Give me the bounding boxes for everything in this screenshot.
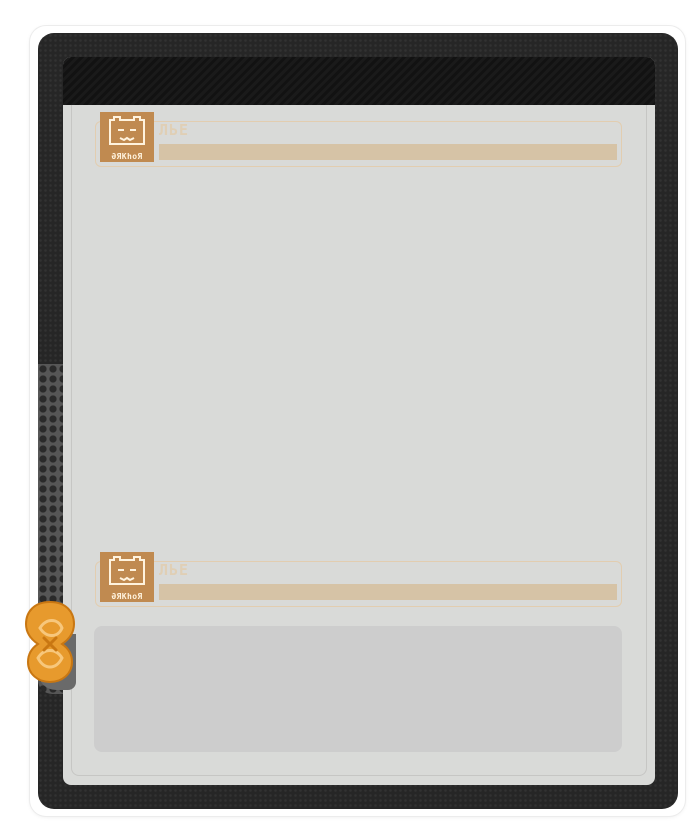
message-input[interactable] [94, 626, 622, 752]
orange-knot-icon [24, 600, 76, 684]
avatar-caption: ƏЯKhoЯ [111, 152, 143, 161]
avatar[interactable]: ƏЯKhoЯ [100, 552, 154, 602]
message-card[interactable]: ƏЯKhoЯ ЛЬЕ [95, 112, 622, 167]
floating-action-button[interactable] [24, 598, 76, 690]
avatar[interactable]: ƏЯKhoЯ [100, 112, 154, 162]
sender-name: ЛЬЕ [159, 561, 190, 579]
avatar-caption: ƏЯKhoЯ [111, 592, 143, 601]
top-bar [63, 57, 655, 105]
message-text [159, 584, 617, 600]
message-card[interactable]: ƏЯKhoЯ ЛЬЕ [95, 552, 622, 607]
sender-name: ЛЬЕ [159, 121, 190, 139]
message-text [159, 144, 617, 160]
chat-screen: ƏЯKhoЯ ЛЬЕ ƏЯKhoЯ ЛЬЕ [63, 57, 655, 785]
